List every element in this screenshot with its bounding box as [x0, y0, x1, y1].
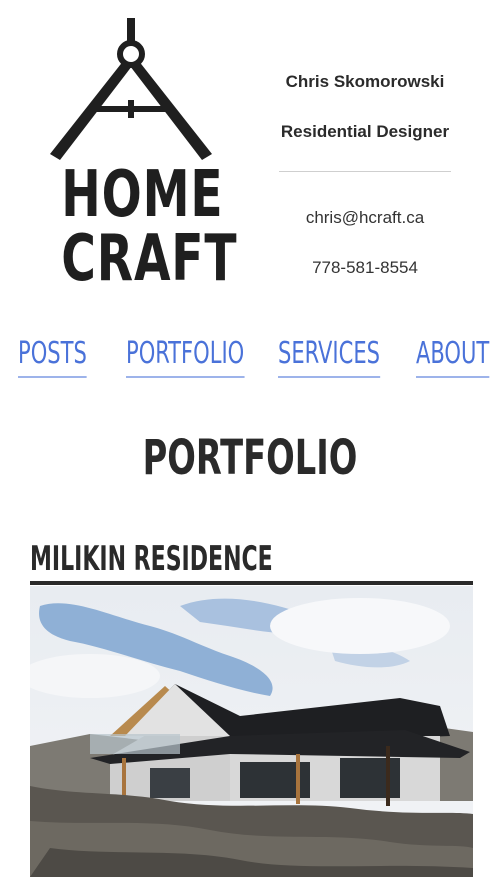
compass-roof-icon [50, 18, 212, 160]
post-title[interactable]: MILIKIN RESIDENCE [30, 536, 273, 582]
contact-divider [279, 171, 451, 172]
nav-link-services[interactable]: SERVICES [278, 332, 380, 378]
main-nav: POSTS PORTFOLIO SERVICES ABOUT [0, 332, 500, 382]
site-header: HOME CRAFT Chris Skomorowski Residential… [0, 0, 500, 300]
designer-name: Chris Skomorowski [285, 72, 445, 91]
logo-text-craft: CRAFT [61, 222, 238, 296]
house-render-image[interactable] [30, 586, 473, 877]
designer-title: Residential Designer [280, 122, 450, 141]
nav-link-about[interactable]: ABOUT [416, 332, 490, 378]
contact-phone[interactable]: 778-581-8554 [270, 258, 460, 278]
logo-text-home: HOME [61, 158, 224, 232]
page-title: PORTFOLIO [142, 430, 358, 486]
nav-link-portfolio[interactable]: PORTFOLIO [126, 332, 245, 378]
nav-link-posts[interactable]: POSTS [18, 332, 87, 378]
contact-email[interactable]: chris@hcraft.ca [270, 208, 460, 228]
post-title-underline [30, 581, 473, 585]
home-craft-logo[interactable]: HOME CRAFT [46, 14, 238, 296]
